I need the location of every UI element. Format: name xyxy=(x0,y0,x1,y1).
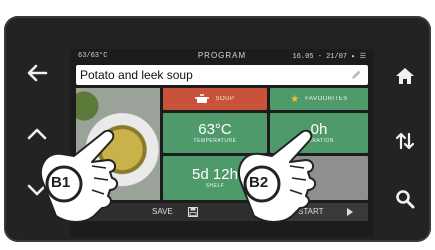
status-datetime: 16.05 - 21/07 ▸ ☰ xyxy=(292,53,367,61)
status-bar: 63/63°C PROGRAM 16.05 - 21/07 ▸ ☰ xyxy=(70,49,374,63)
favourites-label: FAVOURITES xyxy=(305,96,348,102)
category-tile-soup[interactable]: SOUP xyxy=(163,88,267,110)
floppy-disk-icon xyxy=(188,207,198,217)
gesture-hand-b1: B1 xyxy=(34,126,126,226)
sort-button[interactable] xyxy=(390,126,420,156)
search-button[interactable] xyxy=(390,184,420,214)
temperature-label: TEMPERATURE xyxy=(193,138,237,144)
callout-b1-label: B1 xyxy=(51,174,71,191)
pointing-hand-icon xyxy=(40,129,118,223)
device-panel: 63/63°C PROGRAM 16.05 - 21/07 ▸ ☰ Potato… xyxy=(4,16,431,242)
pot-icon xyxy=(195,94,210,103)
callout-b2-label: B2 xyxy=(249,174,269,191)
storage-label: SHELF xyxy=(205,183,225,189)
temperature-value: 63°C xyxy=(198,121,232,138)
back-button[interactable] xyxy=(22,58,52,88)
pointing-hand-icon xyxy=(238,129,316,223)
play-icon xyxy=(347,208,353,216)
sort-arrows-icon xyxy=(395,132,415,150)
pencil-icon[interactable] xyxy=(350,69,362,81)
save-button[interactable]: SAVE xyxy=(130,203,216,221)
arrow-left-icon xyxy=(27,64,48,82)
recipe-name-text: Potato and leek soup xyxy=(80,68,193,82)
search-icon xyxy=(396,190,415,209)
favourites-tile[interactable]: ★ FAVOURITES xyxy=(270,88,368,110)
recipe-name-field[interactable]: Potato and leek soup xyxy=(76,65,368,85)
category-label: SOUP xyxy=(215,96,235,102)
gesture-hand-b2: B2 xyxy=(232,126,324,226)
save-label: SAVE xyxy=(152,207,173,216)
home-icon xyxy=(396,68,414,84)
home-button[interactable] xyxy=(390,61,420,91)
star-icon: ★ xyxy=(290,93,300,105)
